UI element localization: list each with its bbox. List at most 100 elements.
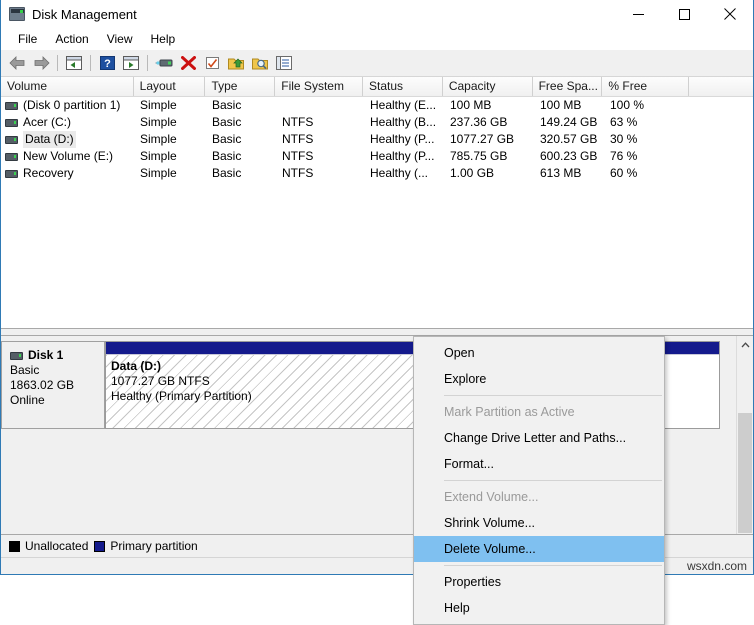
table-row[interactable]: Acer (C:) Simple Basic NTFS Healthy (B..…: [1, 114, 753, 131]
cell-percent-free: 76 %: [604, 148, 691, 165]
cell-status: Healthy (P...: [364, 148, 444, 165]
cell-layout: Simple: [134, 97, 206, 114]
column-header-blank[interactable]: [689, 77, 753, 96]
context-menu-item-open[interactable]: Open: [414, 340, 664, 366]
volume-name: Data (D:): [23, 131, 76, 148]
cell-type: Basic: [206, 148, 276, 165]
cell-capacity: 1077.27 GB: [444, 131, 534, 148]
column-header-capacity[interactable]: Capacity: [443, 77, 533, 96]
search-folder-icon[interactable]: [248, 52, 272, 74]
context-menu-separator: [444, 480, 662, 481]
cell-free-space: 600.23 GB: [534, 148, 604, 165]
cell-type: Basic: [206, 97, 276, 114]
cell-free-space: 320.57 GB: [534, 131, 604, 148]
cell-capacity: 237.36 GB: [444, 114, 534, 131]
properties-icon[interactable]: [152, 52, 176, 74]
cell-layout: Simple: [134, 165, 206, 182]
table-row[interactable]: (Disk 0 partition 1) Simple Basic Health…: [1, 97, 753, 114]
close-button[interactable]: [707, 0, 753, 28]
context-menu-separator: [444, 395, 662, 396]
cell-status: Healthy (B...: [364, 114, 444, 131]
context-menu-item-shrink-volume[interactable]: Shrink Volume...: [414, 510, 664, 536]
toolbar-separator: [57, 55, 58, 71]
menu-help[interactable]: Help: [142, 30, 185, 48]
drive-icon: [5, 170, 18, 178]
column-header-free-space[interactable]: Free Spa...: [533, 77, 603, 96]
new-volume-icon[interactable]: [224, 52, 248, 74]
help-icon[interactable]: ?: [95, 52, 119, 74]
maximize-button[interactable]: [661, 0, 707, 28]
cell-volume[interactable]: Recovery: [1, 165, 134, 182]
menu-view[interactable]: View: [98, 30, 142, 48]
cell-type: Basic: [206, 131, 276, 148]
cell-volume[interactable]: (Disk 0 partition 1): [1, 97, 134, 114]
disk-info-panel[interactable]: Disk 1 Basic 1863.02 GB Online: [1, 341, 105, 429]
volume-name: (Disk 0 partition 1): [23, 97, 120, 114]
context-menu-item-explore[interactable]: Explore: [414, 366, 664, 392]
menu-action[interactable]: Action: [46, 30, 97, 48]
disk-management-window: Disk Management File Action View Help: [0, 0, 754, 575]
cell-layout: Simple: [134, 114, 206, 131]
disk-title: Disk 1: [10, 348, 104, 363]
context-menu-item-delete-volume[interactable]: Delete Volume...: [414, 536, 664, 562]
context-menu-item-extend-volume: Extend Volume...: [414, 484, 664, 510]
volume-list-header: Volume Layout Type File System Status Ca…: [1, 77, 753, 97]
toolbar-separator: [147, 55, 148, 71]
minimize-button[interactable]: [615, 0, 661, 28]
cell-layout: Simple: [134, 148, 206, 165]
partition-color-bar: [663, 342, 719, 355]
context-menu-item-properties[interactable]: Properties: [414, 569, 664, 595]
disk-type: Basic: [10, 363, 104, 378]
show-hide-action-pane-icon[interactable]: [272, 52, 296, 74]
table-row[interactable]: Recovery Simple Basic NTFS Healthy (... …: [1, 165, 753, 182]
partition-context-menu: Open Explore Mark Partition as Active Ch…: [413, 336, 665, 625]
scrollbar-thumb[interactable]: [738, 413, 752, 533]
forward-icon[interactable]: [29, 52, 53, 74]
cell-volume[interactable]: Acer (C:): [1, 114, 134, 131]
column-header-file-system[interactable]: File System: [275, 77, 363, 96]
context-menu-item-change-drive-letter-and-paths[interactable]: Change Drive Letter and Paths...: [414, 425, 664, 451]
window-title: Disk Management: [32, 7, 137, 22]
cell-percent-free: 63 %: [604, 114, 691, 131]
toolbar-separator: [90, 55, 91, 71]
cell-file-system: NTFS: [276, 114, 364, 131]
context-menu-item-format[interactable]: Format...: [414, 451, 664, 477]
drive-icon: [5, 153, 18, 161]
delete-icon[interactable]: [176, 52, 200, 74]
volume-name: New Volume (E:): [23, 148, 113, 165]
context-menu-item-help[interactable]: Help: [414, 595, 664, 621]
cell-free-space: 100 MB: [534, 97, 604, 114]
column-header-status[interactable]: Status: [363, 77, 443, 96]
rescan-disks-icon[interactable]: [200, 52, 224, 74]
partition-secondary[interactable]: [662, 341, 720, 429]
cell-free-space: 149.24 GB: [534, 114, 604, 131]
cell-status: Healthy (P...: [364, 131, 444, 148]
menu-bar: File Action View Help: [1, 28, 753, 50]
drive-icon: [5, 136, 18, 144]
cell-percent-free: 100 %: [604, 97, 691, 114]
cell-volume[interactable]: Data (D:): [1, 131, 134, 148]
back-icon[interactable]: [5, 52, 29, 74]
menu-file[interactable]: File: [9, 30, 46, 48]
pane-splitter[interactable]: [1, 328, 753, 336]
scrollbar-track[interactable]: [737, 353, 753, 517]
up-one-level-icon[interactable]: [62, 52, 86, 74]
column-header-volume[interactable]: Volume: [1, 77, 134, 96]
column-header-layout[interactable]: Layout: [134, 77, 206, 96]
drive-icon: [5, 119, 18, 127]
column-header-percent-free[interactable]: % Free: [602, 77, 689, 96]
cell-volume[interactable]: New Volume (E:): [1, 148, 134, 165]
disk-size: 1863.02 GB: [10, 378, 104, 393]
table-row[interactable]: New Volume (E:) Simple Basic NTFS Health…: [1, 148, 753, 165]
drive-icon: [5, 102, 18, 110]
show-hide-console-tree-icon[interactable]: [119, 52, 143, 74]
cell-file-system: NTFS: [276, 131, 364, 148]
legend-label-unallocated: Unallocated: [25, 539, 88, 553]
cell-type: Basic: [206, 114, 276, 131]
legend-label-primary-partition: Primary partition: [110, 539, 197, 553]
disk-pane-scrollbar[interactable]: [736, 336, 753, 534]
column-header-type[interactable]: Type: [205, 77, 275, 96]
scroll-up-button[interactable]: [737, 336, 753, 353]
volume-list-body: (Disk 0 partition 1) Simple Basic Health…: [1, 97, 753, 327]
table-row[interactable]: Data (D:) Simple Basic NTFS Healthy (P..…: [1, 131, 753, 148]
